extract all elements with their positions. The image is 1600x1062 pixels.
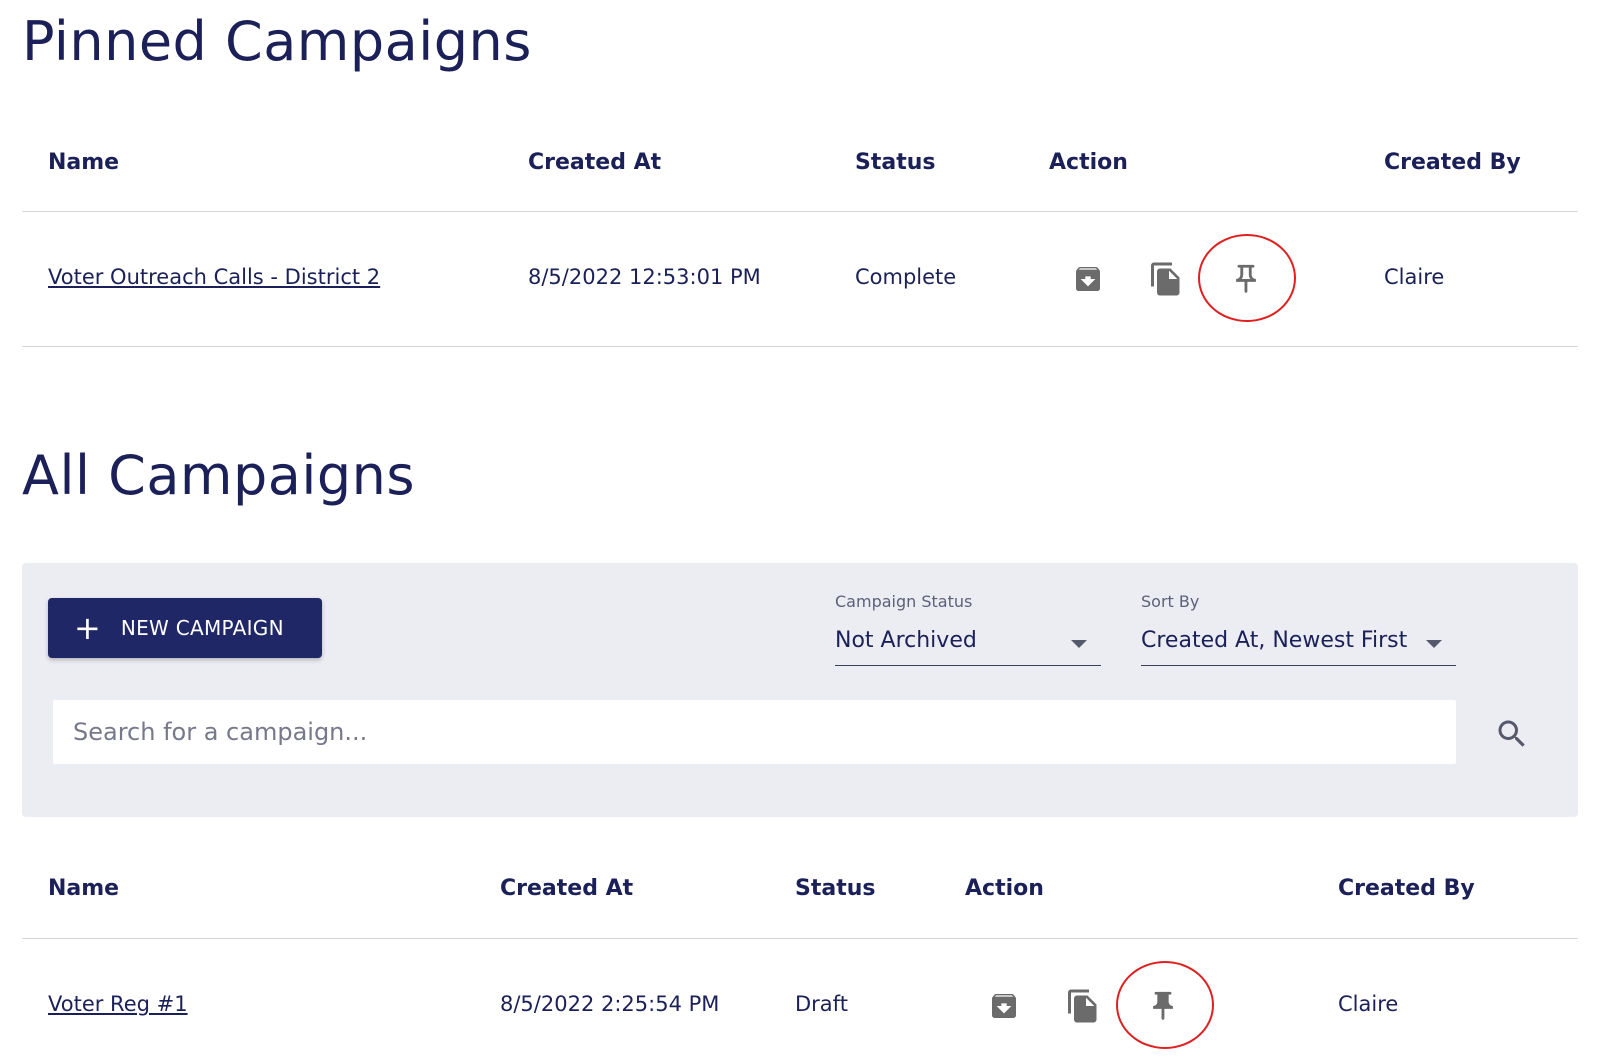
pin-outline-icon[interactable]: [1226, 259, 1266, 299]
chevron-down-icon: [1426, 640, 1442, 648]
status-cell: Draft: [795, 992, 848, 1016]
header-divider: [22, 211, 1578, 212]
chevron-down-icon: [1071, 640, 1087, 648]
pinned-campaigns-title: Pinned Campaigns: [22, 10, 532, 73]
status-cell: Complete: [855, 265, 957, 289]
col-action-header: Action: [1049, 150, 1128, 175]
created-at-cell: 8/5/2022 12:53:01 PM: [528, 265, 761, 289]
campaign-name-cell: Voter Outreach Calls - District 2: [48, 265, 380, 289]
archive-icon[interactable]: [1068, 259, 1108, 299]
col-action-header: Action: [965, 876, 1044, 901]
sort-by-value: Created At, Newest First: [1141, 628, 1408, 653]
campaign-name-cell: Voter Reg #1: [48, 992, 188, 1016]
copy-icon[interactable]: [1063, 986, 1103, 1026]
pin-filled-icon[interactable]: [1143, 986, 1183, 1026]
created-by-cell: Claire: [1384, 265, 1445, 289]
sort-by-select[interactable]: Created At, Newest First: [1141, 622, 1456, 666]
col-created-at-header[interactable]: Created At: [528, 150, 661, 175]
col-created-at-header[interactable]: Created At: [500, 876, 633, 901]
search-input[interactable]: [53, 700, 1456, 764]
campaign-name-link[interactable]: Voter Reg #1: [48, 992, 188, 1016]
col-name-header[interactable]: Name: [48, 150, 119, 175]
plus-icon: +: [74, 609, 101, 647]
header-divider: [22, 938, 1578, 939]
campaign-status-value: Not Archived: [835, 628, 977, 653]
archive-icon[interactable]: [984, 986, 1024, 1026]
copy-icon[interactable]: [1146, 259, 1186, 299]
col-status-header[interactable]: Status: [855, 150, 935, 175]
row-divider: [22, 346, 1578, 347]
created-by-cell: Claire: [1338, 992, 1399, 1016]
new-campaign-button[interactable]: + NEW CAMPAIGN: [48, 598, 322, 658]
created-at-cell: 8/5/2022 2:25:54 PM: [500, 992, 720, 1016]
campaign-status-label: Campaign Status: [835, 592, 973, 611]
campaign-name-link[interactable]: Voter Outreach Calls - District 2: [48, 265, 380, 289]
sort-by-label: Sort By: [1141, 592, 1200, 611]
col-created-by-header[interactable]: Created By: [1384, 150, 1521, 175]
search-icon[interactable]: [1490, 712, 1534, 756]
campaign-status-select[interactable]: Not Archived: [835, 622, 1101, 666]
all-campaigns-title: All Campaigns: [22, 444, 416, 507]
new-campaign-label: NEW CAMPAIGN: [120, 616, 284, 640]
col-created-by-header[interactable]: Created By: [1338, 876, 1475, 901]
col-name-header[interactable]: Name: [48, 876, 119, 901]
col-status-header[interactable]: Status: [795, 876, 875, 901]
